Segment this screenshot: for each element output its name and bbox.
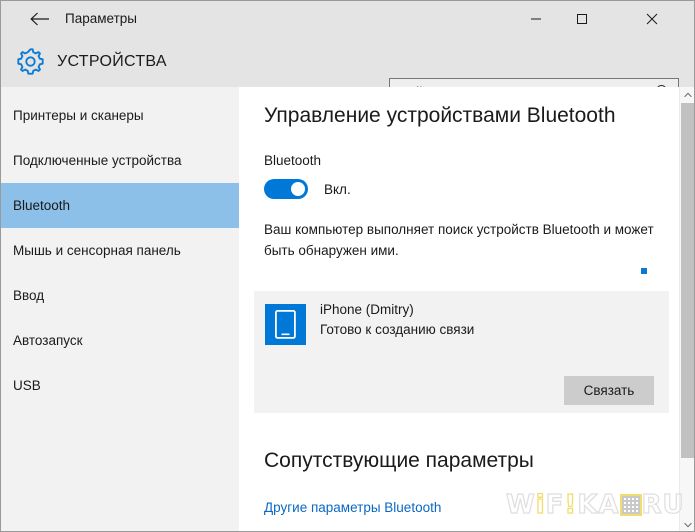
sidebar-item-connected-devices[interactable]: Подключенные устройства: [1, 138, 239, 183]
related-settings-heading: Сопутствующие параметры: [264, 449, 534, 472]
sidebar-item-mouse-touchpad[interactable]: Мышь и сенсорная панель: [1, 228, 239, 273]
title-bar: Параметры: [1, 1, 694, 37]
pair-button[interactable]: Связать: [564, 376, 654, 405]
sidebar-item-autoplay[interactable]: Автозапуск: [1, 318, 239, 363]
sidebar-item-label: Принтеры и сканеры: [13, 108, 144, 123]
sidebar-item-label: Ввод: [13, 288, 45, 303]
phone-icon: [265, 304, 306, 345]
scroll-down-icon[interactable]: [680, 517, 694, 531]
toggle-knob: [291, 182, 305, 196]
bluetooth-toggle[interactable]: [264, 179, 308, 199]
close-icon: [646, 13, 657, 25]
scroll-up-icon[interactable]: [680, 87, 694, 103]
bluetooth-toggle-row: Вкл.: [264, 179, 351, 199]
content-scrollbar[interactable]: [679, 87, 694, 531]
sidebar-nav: Принтеры и сканеры Подключенные устройст…: [1, 87, 239, 531]
minimize-icon: [530, 18, 541, 20]
device-card[interactable]: iPhone (Dmitry) Готово к созданию связи …: [254, 291, 669, 413]
back-button[interactable]: [21, 5, 59, 33]
sidebar-item-label: USB: [13, 378, 41, 393]
device-status: Готово к созданию связи: [320, 322, 475, 337]
content-pane: Управление устройствами Bluetooth Blueto…: [239, 87, 694, 531]
close-button[interactable]: [629, 1, 674, 37]
sidebar-item-label: Автозапуск: [13, 333, 83, 348]
maximize-icon: [576, 14, 587, 24]
toggle-state-label: Вкл.: [324, 181, 351, 197]
more-bluetooth-settings-link[interactable]: Другие параметры Bluetooth: [264, 500, 441, 515]
sidebar-item-label: Мышь и сенсорная панель: [13, 243, 181, 258]
header-band: УСТРОЙСТВА: [1, 37, 694, 106]
gear-icon: [14, 45, 47, 78]
settings-window: Параметры УСТРОЙСТВА Найти параметр Прин…: [0, 0, 695, 532]
back-arrow-icon: [30, 12, 49, 26]
scrollbar-thumb[interactable]: [681, 103, 694, 458]
sidebar-item-label: Подключенные устройства: [13, 153, 182, 168]
device-name: iPhone (Dmitry): [320, 302, 414, 317]
bluetooth-description: Ваш компьютер выполняет поиск устройств …: [264, 222, 654, 258]
sidebar-item-label: Bluetooth: [13, 198, 71, 213]
content-heading: Управление устройствами Bluetooth: [264, 104, 616, 127]
sidebar-item-typing[interactable]: Ввод: [1, 273, 239, 318]
sidebar-item-printers[interactable]: Принтеры и сканеры: [1, 93, 239, 138]
maximize-button[interactable]: [559, 1, 604, 37]
sidebar-item-bluetooth[interactable]: Bluetooth: [1, 183, 239, 228]
minimize-button[interactable]: [513, 1, 558, 37]
scanning-indicator-icon: [641, 268, 647, 274]
window-title: Параметры: [65, 11, 137, 26]
page-title: УСТРОЙСТВА: [57, 53, 167, 70]
sidebar-item-usb[interactable]: USB: [1, 363, 239, 408]
bluetooth-section-label: Bluetooth: [264, 153, 322, 168]
